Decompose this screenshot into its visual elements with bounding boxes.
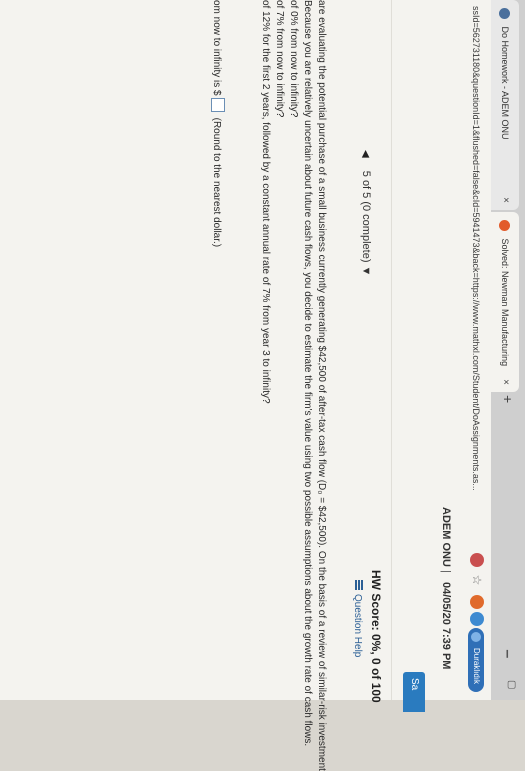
chegg-icon <box>498 220 510 231</box>
tab-do-homework[interactable]: Do Homework - ADEM ONU × <box>491 0 519 210</box>
user-bar: ADEM ONU | 04/05/20 7:39 PM <box>431 0 461 700</box>
problem-text: are evaluating the potential purchase of… <box>257 0 327 771</box>
problem-line: of 7% from now to infinity? <box>274 0 285 118</box>
question-help-label: Question Help <box>352 594 363 658</box>
tab-label: Solved: Newman Manufacturing <box>500 238 510 367</box>
extension-icon[interactable] <box>470 553 484 567</box>
prev-question-icon[interactable]: ◀ <box>360 150 371 158</box>
question-position[interactable]: 5 of 5 (0 complete) ▼ <box>360 171 372 277</box>
address-bar: ssId=562731180&questionId=1&flushed=fals… <box>460 0 491 700</box>
tab-label: Do Homework - ADEM ONU <box>500 26 510 140</box>
problem-line: are evaluating the potential purchase of… <box>316 0 327 771</box>
minimize-icon[interactable]: ▁ <box>506 650 517 658</box>
url-field[interactable]: ssId=562731180&questionId=1&flushed=fals… <box>467 6 485 536</box>
problem-line: of 12% for the first 2 years, followed b… <box>260 0 271 404</box>
divider <box>391 0 392 700</box>
tab-solved[interactable]: Solved: Newman Manufacturing × <box>491 212 519 392</box>
problem-line: of 0% from now to infinity? <box>288 0 299 118</box>
user-name: ADEM ONU <box>440 507 452 567</box>
answer-input[interactable] <box>211 97 225 112</box>
close-icon[interactable]: × <box>491 197 519 203</box>
extension-icon[interactable] <box>470 595 484 609</box>
hw-score: HW Score: 0%, 0 of 100 <box>369 570 383 703</box>
profile-button[interactable]: Duraklıdık <box>468 628 484 693</box>
maximize-icon[interactable]: ▢ <box>506 680 517 689</box>
answer-prefix: om now to infinity is $ <box>211 0 222 96</box>
question-navigator[interactable]: ◀ 5 of 5 (0 complete) ▼ <box>357 150 375 276</box>
star-icon[interactable]: ☆ <box>470 573 484 587</box>
extension-icon[interactable] <box>470 612 484 626</box>
mathxl-icon <box>498 8 510 19</box>
save-button[interactable]: Sa <box>403 672 425 712</box>
separator: | <box>440 570 452 573</box>
close-icon[interactable]: × <box>491 379 519 385</box>
answer-line: om now to infinity is $ (Round to the nea… <box>211 0 225 247</box>
answer-hint: (Round to the nearest dollar.) <box>211 117 222 248</box>
tab-bar: Do Homework - ADEM ONU × Solved: Newman … <box>491 0 525 700</box>
question-help-button[interactable]: Question Help <box>352 580 363 657</box>
date-time: 04/05/20 7:39 PM <box>440 582 452 670</box>
list-icon <box>354 580 363 590</box>
problem-line: Because you are relatively uncertain abo… <box>302 0 313 747</box>
new-tab-button[interactable]: + <box>500 395 516 403</box>
browser-window: Do Homework - ADEM ONU × Solved: Newman … <box>0 0 525 771</box>
